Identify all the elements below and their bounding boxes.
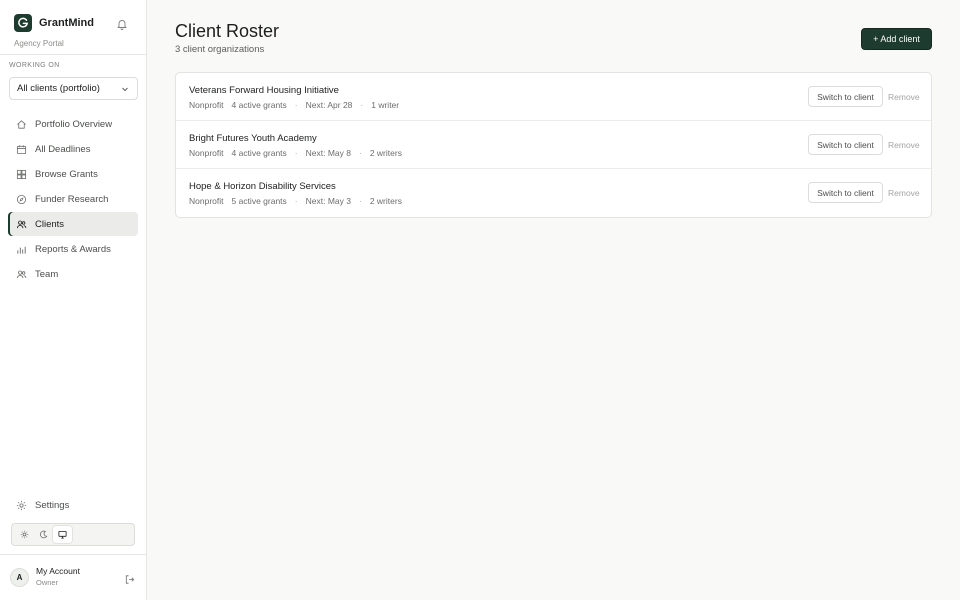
theme-toggle bbox=[11, 523, 135, 546]
sidebar-item-team[interactable]: Team bbox=[8, 262, 138, 286]
client-meta: Nonprofit 4 active grants · Next: Apr 28… bbox=[189, 100, 399, 110]
sidebar-item-reports-awards[interactable]: Reports & Awards bbox=[8, 237, 138, 261]
client-next-deadline: Next: Apr 28 bbox=[305, 100, 353, 110]
brand[interactable]: GrantMind bbox=[14, 14, 94, 32]
compass-icon bbox=[16, 194, 27, 204]
sun-icon bbox=[20, 530, 29, 539]
sidebar-item-funder-research[interactable]: Funder Research bbox=[8, 187, 138, 211]
separator: · bbox=[360, 100, 364, 110]
client-next-deadline: Next: May 8 bbox=[305, 148, 351, 158]
client-meta: Nonprofit 5 active grants · Next: May 3 … bbox=[189, 196, 402, 206]
chevron-down-icon bbox=[122, 87, 128, 92]
client-name: Hope & Horizon Disability Services bbox=[189, 181, 336, 192]
client-meta: Nonprofit 4 active grants · Next: May 8 … bbox=[189, 148, 402, 158]
theme-system-button[interactable] bbox=[53, 526, 72, 543]
logout-icon[interactable] bbox=[124, 572, 135, 584]
account-name: My Account bbox=[36, 566, 80, 576]
client-scope-select[interactable]: All clients (portfolio) bbox=[9, 77, 138, 100]
sidebar-item-label: Team bbox=[35, 268, 59, 280]
bell-icon[interactable] bbox=[116, 17, 128, 30]
bar-chart-icon bbox=[17, 246, 26, 254]
client-roster-list: Veterans Forward Housing Initiative Nonp… bbox=[175, 72, 932, 218]
working-on-label: WORKING ON bbox=[9, 62, 60, 69]
list-item: Bright Futures Youth Academy Nonprofit 4… bbox=[176, 121, 931, 169]
client-grants: 4 active grants bbox=[231, 100, 287, 110]
users-icon bbox=[16, 220, 27, 228]
sidebar: GrantMind Agency Portal WORKING ON All c… bbox=[0, 0, 147, 600]
client-next-deadline: Next: May 3 bbox=[305, 196, 351, 206]
sidebar-item-label: Portfolio Overview bbox=[35, 118, 113, 130]
list-item: Veterans Forward Housing Initiative Nonp… bbox=[176, 73, 931, 121]
sidebar-item-label: Clients bbox=[35, 218, 65, 230]
switch-to-client-button[interactable]: Switch to client bbox=[808, 134, 883, 155]
sidebar-item-label: Browse Grants bbox=[35, 168, 98, 180]
sidebar-item-label: All Deadlines bbox=[35, 143, 91, 155]
account-role: Owner bbox=[36, 578, 59, 587]
team-icon bbox=[16, 270, 27, 278]
divider bbox=[0, 54, 146, 55]
client-writers: 2 writers bbox=[369, 196, 402, 206]
client-type: Nonprofit bbox=[189, 100, 224, 110]
separator: · bbox=[358, 148, 362, 158]
remove-client-button[interactable]: Remove bbox=[888, 92, 920, 102]
divider bbox=[0, 554, 146, 555]
sidebar-item-label: Reports & Awards bbox=[35, 243, 111, 255]
add-client-button[interactable]: + Add client bbox=[861, 28, 932, 50]
monitor-icon bbox=[58, 530, 67, 539]
client-writers: 2 writers bbox=[369, 148, 402, 158]
client-type: Nonprofit bbox=[189, 148, 224, 158]
grantmind-logo-icon bbox=[14, 14, 32, 32]
client-grants: 5 active grants bbox=[231, 196, 287, 206]
portal-label: Agency Portal bbox=[14, 39, 64, 48]
sidebar-item-settings[interactable]: Settings bbox=[16, 500, 69, 511]
client-writers: 1 writer bbox=[371, 100, 400, 110]
page-subtitle: 3 client organizations bbox=[175, 44, 265, 55]
list-item: Hope & Horizon Disability Services Nonpr… bbox=[176, 169, 931, 217]
page-title: Client Roster bbox=[175, 21, 280, 41]
separator: · bbox=[358, 196, 362, 206]
sidebar-item-label: Funder Research bbox=[35, 193, 109, 205]
separator: · bbox=[294, 196, 298, 206]
sidebar-item-portfolio-overview[interactable]: Portfolio Overview bbox=[8, 112, 138, 136]
moon-icon bbox=[39, 530, 48, 539]
theme-dark-button[interactable] bbox=[34, 526, 53, 543]
sidebar-item-browse-grants[interactable]: Browse Grants bbox=[8, 162, 138, 186]
app-name: GrantMind bbox=[39, 17, 94, 29]
switch-to-client-button[interactable]: Switch to client bbox=[808, 86, 883, 107]
sidebar-item-clients[interactable]: Clients bbox=[8, 212, 138, 236]
client-grants: 4 active grants bbox=[231, 148, 287, 158]
avatar: A bbox=[10, 567, 29, 587]
settings-label: Settings bbox=[35, 500, 70, 511]
switch-to-client-button[interactable]: Switch to client bbox=[808, 182, 883, 203]
remove-client-button[interactable]: Remove bbox=[888, 188, 920, 198]
home-icon bbox=[17, 119, 26, 129]
client-name: Veterans Forward Housing Initiative bbox=[189, 85, 339, 96]
sidebar-nav: Portfolio Overview All Deadlines Browse … bbox=[8, 112, 138, 287]
client-name: Bright Futures Youth Academy bbox=[189, 133, 317, 144]
theme-light-button[interactable] bbox=[15, 526, 34, 543]
grid-icon bbox=[16, 169, 27, 179]
calendar-icon bbox=[16, 144, 27, 154]
remove-client-button[interactable]: Remove bbox=[888, 140, 920, 150]
client-scope-value: All clients (portfolio) bbox=[17, 83, 100, 94]
client-type: Nonprofit bbox=[189, 196, 224, 206]
sun-settings-icon bbox=[16, 500, 27, 511]
sidebar-item-all-deadlines[interactable]: All Deadlines bbox=[8, 137, 138, 161]
separator: · bbox=[294, 100, 298, 110]
account-menu[interactable]: A My Account Owner bbox=[10, 566, 80, 588]
separator: · bbox=[294, 148, 298, 158]
